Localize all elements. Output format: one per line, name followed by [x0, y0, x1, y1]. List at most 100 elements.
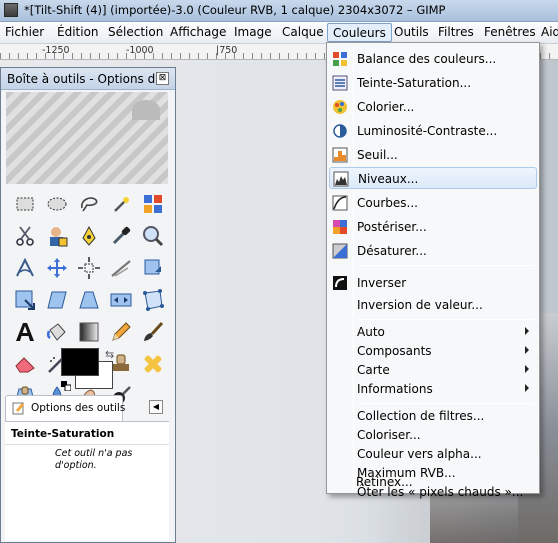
toolbox-window: Boîte à outils - Options d... ⊠ ⇆ Option…	[0, 67, 176, 543]
bucket-fill-icon[interactable]	[45, 320, 69, 344]
color-picker-icon[interactable]	[109, 224, 133, 248]
menu-item-threshold[interactable]: Seuil...	[329, 144, 537, 166]
menu-item-label: Postériser...	[357, 220, 427, 234]
heal-icon[interactable]	[141, 352, 165, 376]
menu-item-posterize[interactable]: Postériser...	[329, 216, 537, 238]
menu-item-label: Courbes...	[357, 196, 418, 210]
colorize-icon	[333, 100, 347, 114]
fuzzy-select-icon[interactable]	[109, 192, 133, 216]
menu-item-label: Composants	[357, 344, 432, 358]
tab-tool-options[interactable]: Options des outils	[5, 395, 126, 421]
menu-item-brightness-contrast[interactable]: Luminosité-Contraste...	[329, 120, 537, 142]
levels-icon	[333, 171, 349, 187]
foreground-color-swatch[interactable]	[61, 348, 99, 376]
cage-transform-icon[interactable]	[141, 288, 165, 312]
menu-aide[interactable]: Aid	[541, 25, 558, 39]
select-by-color-icon[interactable]	[141, 192, 165, 216]
menu-item-info[interactable]: Informations	[329, 378, 537, 400]
menu-item-value-invert[interactable]: Inversion de valeur...	[329, 294, 537, 316]
submenu-arrow-icon	[525, 384, 529, 392]
paintbrush-icon[interactable]	[141, 320, 165, 344]
tool-options-message: Cet outil n'a pas d'option.	[55, 448, 133, 471]
window-title: *[Tilt-Shift (4)] (importée)-3.0 (Couleu…	[24, 3, 446, 17]
submenu-arrow-icon	[525, 365, 529, 373]
text-icon[interactable]	[13, 320, 37, 344]
colors-menu-dropdown: Balance des couleurs... Teinte-Saturatio…	[326, 42, 540, 499]
menu-item-label: Désaturer...	[357, 244, 427, 258]
menu-item-label: Carte	[357, 363, 390, 377]
menu-item-label: Coloriser...	[357, 428, 421, 442]
menu-item-label: Retinex...	[356, 475, 413, 489]
rotate-icon[interactable]	[141, 256, 165, 280]
menu-item-retinex[interactable]: Retinex...	[328, 471, 536, 493]
crop-icon[interactable]	[109, 256, 133, 280]
scale-icon[interactable]	[13, 288, 37, 312]
menu-item-levels[interactable]: Niveaux...	[329, 167, 537, 189]
menu-separator	[357, 265, 535, 266]
menu-item-label: Niveaux...	[358, 172, 419, 186]
wilber-icon	[132, 100, 160, 120]
scissors-icon[interactable]	[13, 224, 37, 248]
tab-label: Options des outils	[31, 402, 126, 414]
shear-icon[interactable]	[45, 288, 69, 312]
swap-colors-icon[interactable]: ⇆	[105, 348, 117, 361]
posterize-icon	[333, 220, 347, 234]
tool-options-heading: Teinte-Saturation	[11, 428, 115, 440]
close-icon[interactable]: ⊠	[156, 72, 169, 85]
menu-affichage[interactable]: Affichage	[170, 25, 226, 39]
eraser-icon[interactable]	[13, 352, 37, 376]
menu-fenetres[interactable]: Fenêtres	[484, 25, 536, 39]
menu-item-hue-saturation[interactable]: Teinte-Saturation...	[329, 72, 537, 94]
menu-item-label: Collection de filtres...	[357, 409, 485, 423]
menu-filtres[interactable]: Filtres	[438, 25, 474, 39]
menu-item-colorize[interactable]: Colorier...	[329, 96, 537, 118]
menu-item-desaturate[interactable]: Désaturer...	[329, 240, 537, 262]
pencil-icon[interactable]	[109, 320, 133, 344]
menu-item-label: Couleur vers alpha...	[357, 447, 482, 461]
curves-icon	[332, 195, 348, 211]
flip-icon[interactable]	[109, 288, 133, 312]
color-area[interactable]: ⇆	[61, 348, 121, 393]
divider	[5, 444, 169, 445]
menu-couleurs[interactable]: Couleurs	[327, 23, 392, 42]
menu-item-invert[interactable]: Inverser	[329, 272, 537, 294]
menu-item-label: Colorier...	[357, 100, 415, 114]
menu-selection[interactable]: Sélection	[108, 25, 163, 39]
paths-icon[interactable]	[77, 224, 101, 248]
measure-icon[interactable]	[13, 256, 37, 280]
free-select-icon[interactable]	[77, 192, 101, 216]
menu-item-label: Inversion de valeur...	[357, 298, 483, 312]
submenu-arrow-icon	[525, 346, 529, 354]
menu-item-curves[interactable]: Courbes...	[329, 192, 537, 214]
menu-item-label: Informations	[357, 382, 433, 396]
foreground-select-icon[interactable]	[45, 224, 69, 248]
default-colors-icon[interactable]	[61, 381, 71, 391]
zoom-icon[interactable]	[141, 224, 165, 248]
menu-fichier[interactable]: Fichier	[5, 25, 44, 39]
rect-select-icon[interactable]	[13, 192, 37, 216]
tool-options-icon	[12, 402, 24, 415]
menu-item-label: Teinte-Saturation...	[357, 76, 472, 90]
perspective-icon[interactable]	[77, 288, 101, 312]
menu-calque[interactable]: Calque	[282, 25, 324, 39]
menu-item-label: Inverser	[357, 276, 407, 290]
blend-icon[interactable]	[77, 320, 101, 344]
toolbox-title: Boîte à outils - Options d...	[7, 72, 167, 86]
menu-image[interactable]: Image	[234, 25, 272, 39]
menu-edition[interactable]: Édition	[57, 25, 99, 39]
menu-separator	[357, 319, 535, 320]
ellipse-select-icon[interactable]	[45, 192, 69, 216]
menu-outils[interactable]: Outils	[394, 25, 429, 39]
gimp-app-icon[interactable]	[4, 3, 18, 17]
menu-item-color-balance[interactable]: Balance des couleurs...	[329, 48, 537, 70]
menu-item-label: Balance des couleurs...	[357, 52, 497, 66]
tab-menu-arrow-icon[interactable]: ◀	[149, 400, 163, 414]
move-icon[interactable]	[45, 256, 69, 280]
align-icon[interactable]	[77, 256, 101, 280]
menu-item-label: Luminosité-Contraste...	[357, 124, 498, 138]
menu-separator	[357, 403, 535, 404]
brightness-contrast-icon	[333, 124, 347, 138]
window-title-bar: *[Tilt-Shift (4)] (importée)-3.0 (Couleu…	[0, 0, 558, 22]
hue-saturation-icon	[332, 75, 348, 91]
toolbox-title-bar[interactable]: Boîte à outils - Options d... ⊠	[1, 68, 175, 90]
